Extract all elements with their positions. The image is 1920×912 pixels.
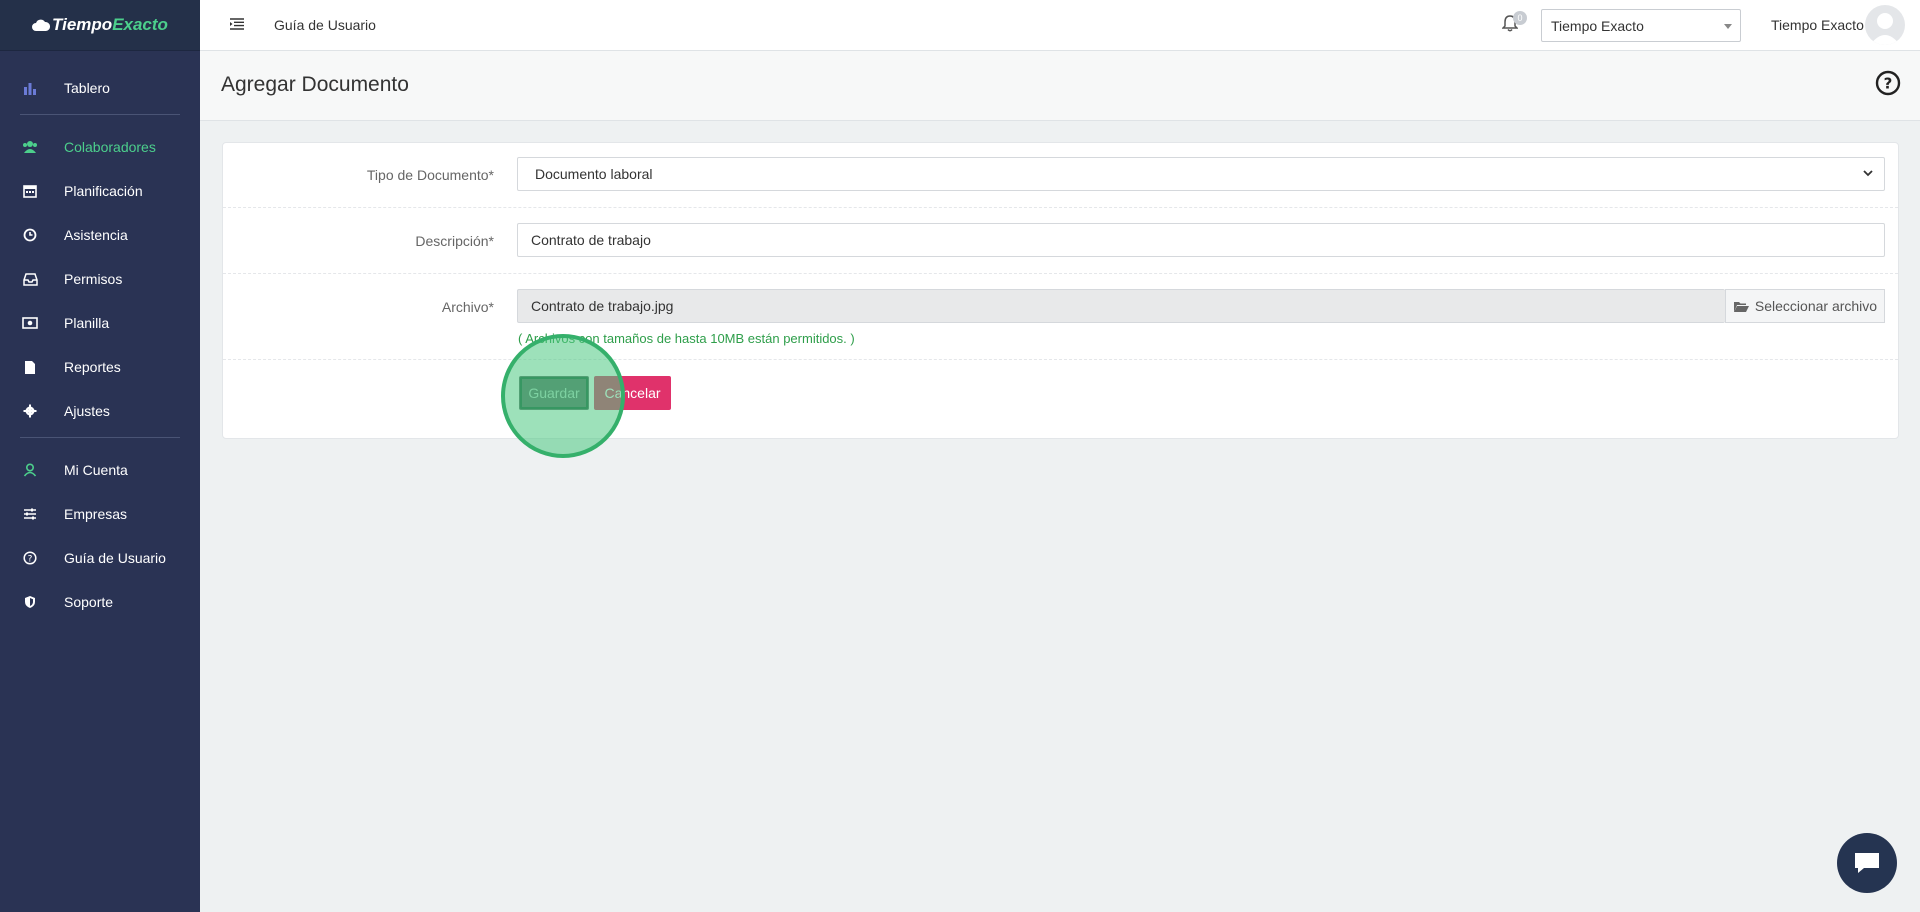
sidebar-item-label: Permisos [64, 271, 123, 287]
svg-text:?: ? [1884, 75, 1893, 93]
form-row-doc-type: Tipo de Documento* Documento laboral [223, 143, 1898, 208]
file-label: Archivo* [441, 299, 494, 315]
page-title: Agregar Documento [221, 73, 409, 96]
sidebar-item-soporte[interactable]: Soporte [0, 580, 200, 624]
topbar: Guía de Usuario 0 Tiempo Exacto Tiempo E… [200, 0, 1920, 51]
guide-link[interactable]: Guía de Usuario [274, 17, 376, 33]
clock-icon [22, 227, 38, 243]
notification-badge: 0 [1513, 11, 1527, 25]
users-icon [22, 139, 38, 155]
document-form: Tipo de Documento* Documento laboral Des… [222, 142, 1899, 439]
sidebar-item-mi-cuenta[interactable]: Mi Cuenta [0, 448, 200, 492]
sidebar-item-colaboradores[interactable]: Colaboradores [0, 125, 200, 169]
page-header: Agregar Documento ? [200, 51, 1920, 121]
money-icon [22, 315, 38, 331]
sidebar-item-guia[interactable]: ? Guía de Usuario [0, 536, 200, 580]
sidebar-item-label: Soporte [64, 594, 114, 610]
menu-toggle-icon[interactable] [230, 18, 244, 30]
cloud-icon [32, 19, 51, 31]
sidebar-item-asistencia[interactable]: Asistencia [0, 213, 200, 257]
user-name: Tiempo Exacto [1771, 17, 1864, 33]
description-value: Contrato de trabajo [531, 232, 651, 248]
user-avatar-icon [1870, 13, 1900, 45]
cancel-button[interactable]: Cancelar [594, 376, 671, 410]
save-button[interactable]: Guardar [519, 376, 589, 410]
chevron-down-icon [1863, 170, 1873, 177]
doc-type-select[interactable]: Documento laboral [517, 157, 1885, 191]
svg-text:?: ? [28, 555, 33, 565]
brand-logo[interactable]: Tiempo Exacto [0, 0, 200, 51]
inbox-icon [22, 271, 38, 287]
sidebar-item-label: Mi Cuenta [64, 462, 128, 478]
sidebar-item-label: Planilla [64, 315, 110, 331]
select-file-button[interactable]: Seleccionar archivo [1725, 289, 1885, 323]
chat-button[interactable] [1837, 833, 1897, 893]
sidebar-divider [20, 114, 180, 115]
file-name-field[interactable]: Contrato de trabajo.jpg [517, 289, 1725, 323]
sidebar-item-label: Tablero [64, 80, 110, 96]
brand-name-part2: Exacto [112, 15, 168, 34]
calendar-icon [22, 183, 38, 199]
company-select-value: Tiempo Exacto [1551, 18, 1644, 34]
folder-open-icon [1733, 301, 1749, 312]
sidebar-item-permisos[interactable]: Permisos [0, 257, 200, 301]
sidebar-item-tablero[interactable]: Tablero [0, 66, 200, 110]
doc-type-label: Tipo de Documento* [366, 167, 494, 183]
brand-name-part1: Tiempo [52, 15, 113, 34]
sidebar-item-label: Reportes [64, 359, 121, 375]
sidebar-item-label: Colaboradores [64, 139, 156, 155]
sidebar-item-label: Ajustes [64, 403, 110, 419]
sidebar-item-planificacion[interactable]: Planificación [0, 169, 200, 213]
sidebar-item-reportes[interactable]: Reportes [0, 345, 200, 389]
avatar[interactable] [1865, 5, 1905, 45]
company-select[interactable]: Tiempo Exacto [1541, 9, 1741, 42]
form-row-file: Archivo* Contrato de trabajo.jpg Selecci… [223, 274, 1898, 360]
description-input[interactable]: Contrato de trabajo [517, 223, 1885, 257]
description-label: Descripción* [415, 233, 494, 249]
help-icon[interactable]: ? [1875, 70, 1901, 96]
sidebar-item-label: Asistencia [64, 227, 128, 243]
doc-type-value: Documento laboral [535, 166, 653, 182]
sidebar-item-empresas[interactable]: Empresas [0, 492, 200, 536]
sidebar-item-label: Empresas [64, 506, 128, 522]
sidebar-item-label: Guía de Usuario [64, 550, 166, 566]
sliders-icon [22, 506, 38, 522]
sidebar-divider [20, 437, 180, 438]
question-icon: ? [22, 550, 38, 566]
user-icon [22, 462, 38, 478]
caret-down-icon [1724, 24, 1732, 29]
file-name-value: Contrato de trabajo.jpg [531, 298, 674, 314]
shield-icon [22, 594, 38, 610]
file-size-hint: ( Archivos con tamaños de hasta 10MB est… [518, 331, 855, 346]
bar-chart-icon [22, 80, 38, 96]
select-file-label: Seleccionar archivo [1754, 298, 1878, 314]
sidebar-item-ajustes[interactable]: Ajustes [0, 389, 200, 433]
sidebar-item-planilla[interactable]: Planilla [0, 301, 200, 345]
form-row-description: Descripción* Contrato de trabajo [223, 208, 1898, 274]
sidebar-nav: Tablero Colaboradores Planificación Asis… [0, 51, 200, 624]
file-icon [22, 359, 38, 375]
sidebar-item-label: Planificación [64, 183, 143, 199]
chat-icon [1855, 853, 1879, 873]
sidebar: Tiempo Exacto Tablero Colaboradores Plani… [0, 0, 200, 912]
gear-icon [22, 403, 38, 419]
